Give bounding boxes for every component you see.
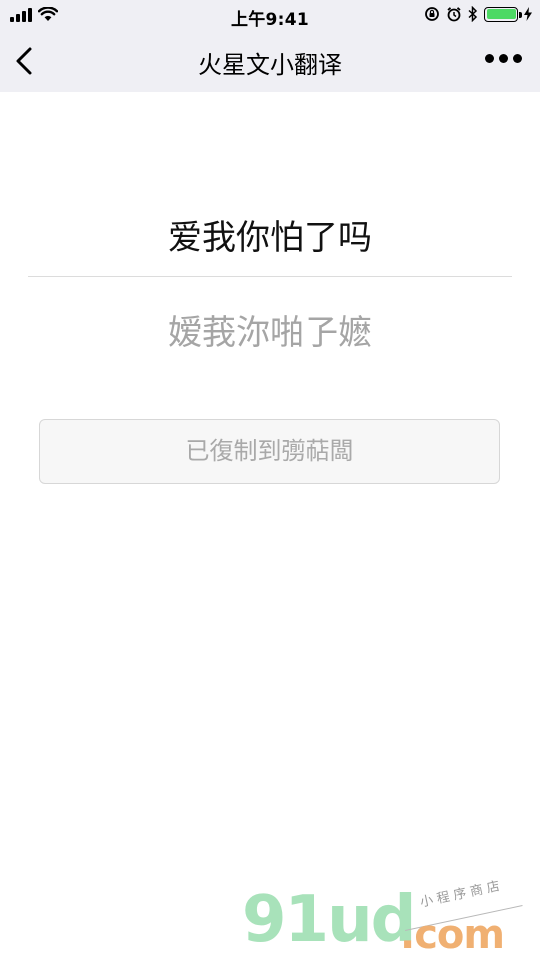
battery-icon (484, 6, 522, 22)
battery-level (486, 9, 516, 19)
navigation-bar: 火星文小翻译 (0, 30, 540, 92)
page-title: 火星文小翻译 (198, 51, 342, 79)
watermark-tagline: 小程序商店 (418, 878, 506, 911)
more-dots-icon (485, 54, 494, 63)
source-text[interactable]: 爱我你怕了吗 (0, 210, 540, 259)
more-button[interactable] (485, 54, 522, 63)
watermark-logo: 91ud (242, 883, 416, 957)
status-bar: 上午9:41 (0, 0, 540, 30)
app-screen: 上午9:41 火星文小翻译 爱我你怕了吗 嫒莪沵啪孒嬷 已復制到彅萜闆 91ud… (0, 0, 540, 960)
bluetooth-icon (468, 6, 478, 22)
status-right (424, 6, 532, 22)
translation-result: 嫒莪沵啪孒嬷 (168, 313, 372, 353)
watermark-domain: .com (400, 912, 505, 958)
divider (28, 276, 512, 277)
orientation-lock-icon (425, 7, 439, 21)
alarm-icon (447, 7, 461, 22)
copy-button[interactable]: 已復制到彅萜闆 (39, 419, 500, 484)
watermark: 91ud 小程序商店 .com (240, 878, 540, 960)
charging-bolt-icon (524, 7, 532, 21)
